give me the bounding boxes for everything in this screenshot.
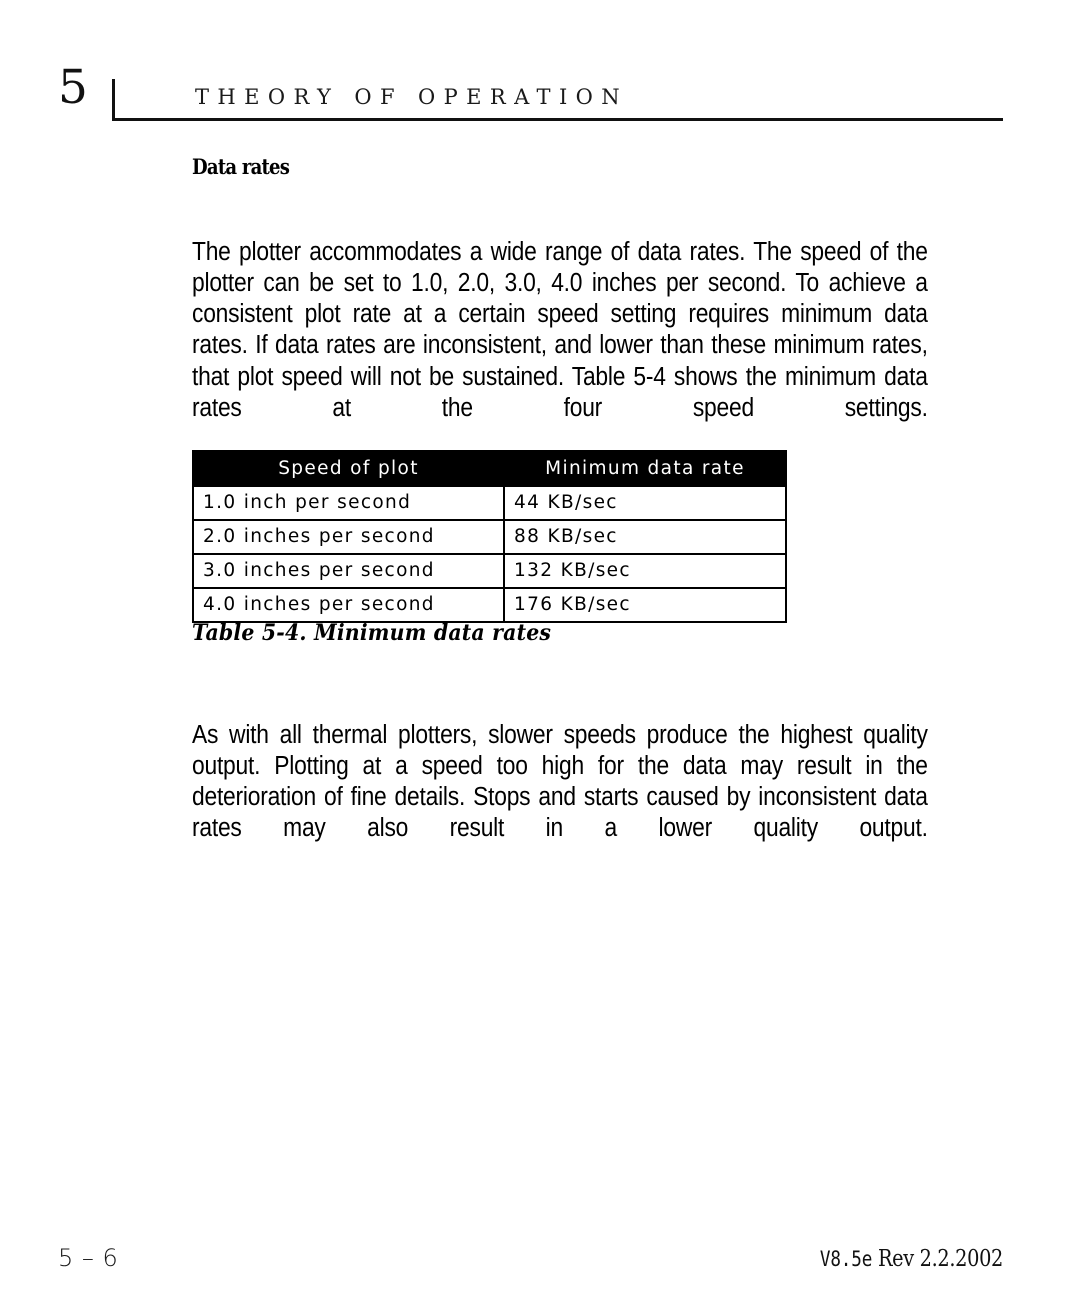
column-header-speed-of-plot: Speed of plot — [192, 450, 505, 487]
page-footer: 5 – 6 V8.5e Rev 2.2.2002 — [0, 1244, 1080, 1294]
cell-rate: 44 KB/sec — [503, 485, 787, 521]
conclusion-paragraph: As with all thermal plotters, slower spe… — [192, 720, 928, 843]
document-page: 5 THEORY OF OPERATION Data rates The plo… — [0, 0, 1080, 1311]
cell-speed: 3.0 inches per second — [192, 553, 505, 589]
chapter-header: 5 THEORY OF OPERATION — [0, 0, 1080, 130]
footer-revision: V8.5e Rev 2.2.2002 — [820, 1246, 1003, 1272]
table-body: 1.0 inch per second 44 KB/sec 2.0 inches… — [192, 485, 787, 623]
table-header-row: Speed of plot Minimum data rate — [192, 450, 787, 487]
minimum-data-rates-table: Speed of plot Minimum data rate 1.0 inch… — [192, 450, 787, 623]
footer-page-number: 5 – 6 — [58, 1244, 119, 1272]
table-header: Speed of plot Minimum data rate — [192, 450, 787, 487]
cell-speed: 4.0 inches per second — [192, 587, 505, 623]
section-heading-data-rates: Data rates — [192, 154, 290, 179]
cell-rate: 88 KB/sec — [503, 519, 787, 555]
footer-revision-label: Rev 2.2.2002 — [877, 1246, 1003, 1272]
header-horizontal-rule — [112, 118, 1003, 121]
cell-rate: 132 KB/sec — [503, 553, 787, 589]
table-row: 3.0 inches per second 132 KB/sec — [192, 553, 787, 589]
chapter-title: THEORY OF OPERATION — [195, 85, 629, 109]
header-vertical-rule — [112, 79, 115, 120]
table-caption: Table 5-4. Minimum data rates — [192, 620, 552, 646]
chapter-number: 5 — [58, 60, 88, 115]
intro-paragraph: The plotter accommodates a wide range of… — [192, 237, 928, 422]
table-row: 4.0 inches per second 176 KB/sec — [192, 587, 787, 623]
table-row: 2.0 inches per second 88 KB/sec — [192, 519, 787, 555]
footer-revision-version: V8.5e — [819, 1247, 873, 1271]
cell-speed: 1.0 inch per second — [192, 485, 505, 521]
table-row: 1.0 inch per second 44 KB/sec — [192, 485, 787, 521]
cell-rate: 176 KB/sec — [503, 587, 787, 623]
minimum-data-rates-table-wrapper: Speed of plot Minimum data rate 1.0 inch… — [192, 450, 787, 623]
cell-speed: 2.0 inches per second — [192, 519, 505, 555]
column-header-minimum-data-rate: Minimum data rate — [503, 450, 787, 487]
